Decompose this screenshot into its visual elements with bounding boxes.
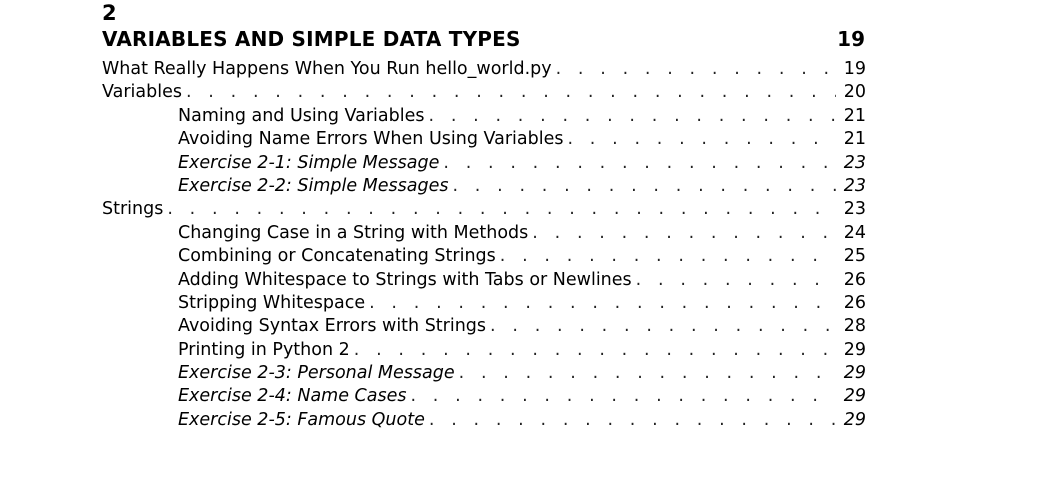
toc-entry-title: Exercise 2-5: Famous Quote [178, 409, 425, 430]
toc-entry-title: Strings [102, 199, 164, 220]
toc-entry-page: 26 [843, 269, 866, 290]
toc-entry-title: Changing Case in a String with Methods [178, 222, 529, 243]
dot-leader [354, 339, 836, 362]
dot-leader [452, 175, 836, 198]
toc-entry-page: 28 [843, 316, 866, 337]
toc-entry-title: Naming and Using Variables [178, 105, 425, 126]
toc-entry-avoiding-name-errors[interactable]: Avoiding Name Errors When Using Variable… [102, 128, 866, 151]
dot-leader [429, 409, 836, 432]
toc-entry-page: 23 [843, 199, 866, 220]
toc-entry-page: 29 [843, 409, 866, 430]
toc-entry-list: What Really Happens When You Run hello_w… [102, 58, 866, 432]
dot-leader [429, 105, 837, 128]
toc-entry-stripping-whitespace[interactable]: Stripping Whitespace 26 [102, 292, 866, 315]
dot-leader [556, 58, 836, 81]
toc-entry-strings[interactable]: Strings 23 [102, 198, 866, 221]
dot-leader [167, 198, 836, 221]
toc-entry-changing-case[interactable]: Changing Case in a String with Methods 2… [102, 222, 866, 245]
toc-entry-naming-variables[interactable]: Naming and Using Variables 21 [102, 105, 866, 128]
toc-entry-page: 20 [843, 82, 866, 103]
toc-entry-exercise-2-1[interactable]: Exercise 2-1: Simple Message 23 [102, 152, 866, 175]
toc-entry-exercise-2-3[interactable]: Exercise 2-3: Personal Message 29 [102, 362, 866, 385]
toc-entry-page: 21 [843, 105, 866, 126]
toc-entry-page: 29 [843, 363, 866, 384]
toc-entry-page: 19 [843, 59, 866, 79]
toc-entry-title: Avoiding Syntax Errors with Strings [178, 316, 487, 337]
dot-leader [567, 128, 836, 151]
toc-entry-page: 23 [843, 175, 866, 196]
toc-entry-title: Avoiding Name Errors When Using Variable… [178, 129, 564, 150]
toc-entry-title: Variables [102, 82, 182, 103]
toc-entry-adding-whitespace[interactable]: Adding Whitespace to Strings with Tabs o… [102, 269, 866, 292]
toc-entry-exercise-2-5[interactable]: Exercise 2-5: Famous Quote 29 [102, 409, 866, 432]
toc-entry-exercise-2-2[interactable]: Exercise 2-2: Simple Messages 23 [102, 175, 866, 198]
toc-entry-title: Combining or Concatenating Strings [178, 246, 496, 267]
toc-entry-page: 24 [843, 222, 866, 243]
toc-entry-what-really-happens[interactable]: What Really Happens When You Run hello_w… [102, 58, 866, 81]
dot-leader [636, 269, 836, 292]
toc-entry-page: 25 [843, 246, 866, 267]
toc-entry-exercise-2-4[interactable]: Exercise 2-4: Name Cases 29 [102, 385, 866, 408]
toc-entry-title: Printing in Python 2 [178, 339, 350, 360]
toc-entry-page: 29 [843, 339, 866, 360]
toc-entry-page: 29 [843, 386, 866, 407]
toc-entry-title: Stripping Whitespace [178, 292, 366, 313]
dot-leader [186, 81, 836, 104]
dot-leader [369, 292, 836, 315]
toc-entry-title: Exercise 2-2: Simple Messages [178, 175, 449, 196]
toc-entry-title: Exercise 2-1: Simple Message [178, 152, 440, 173]
toc-entry-title: What Really Happens When You Run hello_w… [102, 59, 552, 79]
toc-entry-combining-strings[interactable]: Combining or Concatenating Strings 25 [102, 245, 866, 268]
dot-leader [459, 362, 836, 385]
toc-entry-variables[interactable]: Variables 20 [102, 81, 866, 104]
dot-leader [500, 245, 836, 268]
chapter-heading: VARIABLES AND SIMPLE DATA TYPES 19 [102, 26, 866, 52]
dot-leader [490, 315, 836, 338]
dot-leader [410, 385, 836, 408]
dot-leader [532, 222, 836, 245]
chapter-title: VARIABLES AND SIMPLE DATA TYPES [102, 27, 521, 51]
toc-entry-printing-python-2[interactable]: Printing in Python 2 29 [102, 339, 866, 362]
chapter-number: 2 [102, 1, 117, 25]
toc-entry-title: Adding Whitespace to Strings with Tabs o… [178, 269, 632, 290]
toc-entry-title: Exercise 2-3: Personal Message [178, 363, 455, 384]
toc-entry-page: 21 [843, 129, 866, 150]
toc-entry-avoiding-syntax-errors[interactable]: Avoiding Syntax Errors with Strings 28 [102, 315, 866, 338]
toc-entry-title: Exercise 2-4: Name Cases [178, 386, 407, 407]
toc-entry-page: 26 [843, 292, 866, 313]
chapter-page-number: 19 [837, 27, 865, 51]
toc-entry-page: 23 [843, 152, 866, 173]
dot-leader [443, 152, 836, 175]
